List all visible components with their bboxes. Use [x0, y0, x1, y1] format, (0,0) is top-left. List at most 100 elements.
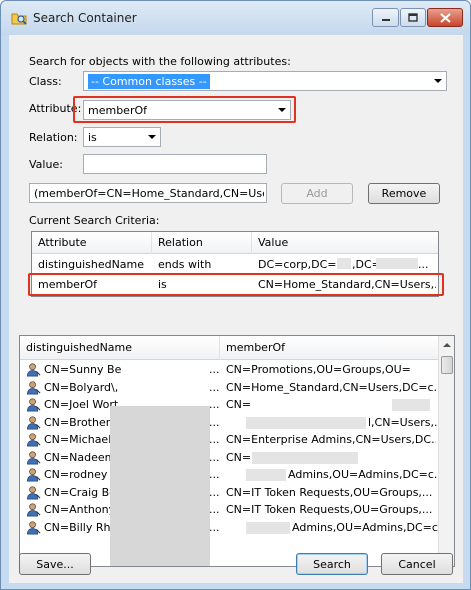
- table-row[interactable]: CN=Brotherton... l,CN=Users,...: [20, 414, 438, 432]
- row-member-of: CN=IT Token Requests,OU=Groups,...: [226, 485, 433, 499]
- results-rows: CN=Sunny Be... CN=Promotions,OU=Groups,OU…: [20, 361, 438, 566]
- results-list-header: distinguishedName memberOf: [20, 336, 454, 360]
- table-row[interactable]: CN=Joel Wort... CN=: [20, 396, 438, 414]
- class-combo[interactable]: -- Common classes --: [83, 71, 447, 91]
- user-icon: [27, 363, 41, 377]
- close-icon: [439, 12, 451, 23]
- chevron-down-icon: [434, 79, 442, 83]
- user-icon: [27, 433, 41, 447]
- relation-selected-value: is: [88, 131, 97, 144]
- row-member-of: Admins,OU=Admins,DC=c...: [292, 520, 438, 534]
- table-row[interactable]: CN=Sunny Be... CN=Promotions,OU=Groups,OU…: [20, 361, 438, 379]
- remove-button[interactable]: Remove: [368, 183, 440, 204]
- remove-button-label: Remove: [381, 187, 427, 200]
- table-row[interactable]: CN=Nadeem I... CN=I: [20, 449, 438, 467]
- row-dn-ellipsis: ...: [209, 485, 220, 499]
- class-label: Class:: [29, 75, 62, 88]
- table-row[interactable]: CN=Bolyard\,... CN=Home_Standard,CN=Users…: [20, 379, 438, 397]
- search-button[interactable]: Search: [296, 553, 368, 575]
- user-icon: [27, 520, 41, 534]
- user-icon: [27, 398, 41, 412]
- results-list[interactable]: distinguishedName memberOf CN=Sunny Be..…: [19, 335, 455, 567]
- add-button-label: Add: [306, 187, 328, 200]
- user-icon: [27, 415, 41, 429]
- value-label: Value:: [29, 158, 63, 171]
- redaction: [110, 406, 210, 566]
- save-button-label: Save...: [36, 557, 74, 571]
- arrow-up-icon: [442, 342, 451, 347]
- attribute-combo[interactable]: memberOf: [83, 100, 291, 120]
- criteria-col-relation[interactable]: Relation: [152, 232, 252, 254]
- row-dn-ellipsis: ...: [209, 363, 220, 376]
- title-bar[interactable]: Search Container: [1, 1, 470, 35]
- user-icon: [27, 485, 41, 499]
- class-selected-value: -- Common classes --: [88, 74, 210, 89]
- redaction: [246, 469, 286, 481]
- user-icon: [27, 503, 41, 517]
- row-dn-ellipsis: ...: [209, 520, 220, 534]
- criteria-col-attribute[interactable]: Attribute: [32, 232, 152, 254]
- criteria-row-value: DC=corp,DC=: [258, 258, 337, 271]
- results-col-dn[interactable]: distinguishedName: [20, 336, 220, 360]
- user-icon: [27, 450, 41, 464]
- maximize-icon: [408, 13, 418, 22]
- value-input[interactable]: [83, 154, 267, 174]
- search-container-icon: [11, 13, 27, 25]
- criteria-row-highlight: [28, 273, 444, 296]
- scroll-thumb[interactable]: [441, 356, 453, 374]
- row-dn-ellipsis: ...: [209, 380, 220, 394]
- row-member-of: Admins,OU=Admins,DC=c...: [288, 468, 438, 481]
- criteria-list-header: Attribute Relation Value: [32, 232, 438, 254]
- criteria-row-attribute: distinguishedName: [38, 258, 145, 271]
- minimize-button[interactable]: [372, 8, 399, 27]
- criteria-label: Current Search Criteria:: [29, 214, 160, 227]
- redaction: [392, 399, 430, 411]
- table-row[interactable]: CN=rodney ph... Admins,OU=Admins,DC=c...: [20, 466, 438, 484]
- criteria-preview-field[interactable]: (memberOf=CN=Home_Standard,CN=Users,DC: [29, 183, 267, 203]
- redaction: [376, 258, 418, 269]
- scroll-up-button[interactable]: [439, 336, 454, 353]
- search-button-label: Search: [313, 557, 351, 571]
- user-icon: [27, 468, 41, 482]
- row-member-of: CN=Home_Standard,CN=Users,DC=c...: [226, 380, 436, 394]
- criteria-row-ellipsis: ...: [418, 258, 429, 271]
- table-row[interactable]: CN=Billy Rhea... Admins,OU=Admins,DC=c...: [20, 519, 438, 537]
- criteria-col-value[interactable]: Value: [252, 232, 438, 254]
- close-button[interactable]: [427, 8, 463, 27]
- intro-text: Search for objects with the following at…: [29, 55, 291, 68]
- chevron-down-icon: [278, 108, 286, 112]
- redaction: [337, 258, 351, 269]
- save-button[interactable]: Save...: [19, 553, 91, 575]
- cancel-button-label: Cancel: [398, 557, 436, 571]
- cancel-button[interactable]: Cancel: [381, 553, 453, 575]
- row-dn-ellipsis: ...: [209, 450, 220, 464]
- row-dn-ellipsis: ...: [209, 415, 220, 429]
- criteria-row-relation: ends with: [158, 258, 212, 271]
- dialog-client: Search for objects with the following at…: [9, 35, 463, 583]
- row-member-of: CN=IT Token Requests,OU=Groups,...: [226, 503, 433, 516]
- table-row[interactable]: CN=Craig Beu... CN=IT Token Requests,OU=G…: [20, 484, 438, 502]
- search-container-window: Search Container Search for objects with…: [0, 0, 471, 590]
- results-vertical-scrollbar[interactable]: [438, 336, 454, 566]
- redaction: [246, 416, 366, 429]
- window-title: Search Container: [33, 11, 137, 25]
- row-dn-ellipsis: ...: [209, 398, 220, 411]
- chevron-down-icon: [148, 135, 156, 139]
- row-member-of: l,CN=Users,...: [368, 415, 438, 429]
- row-dn-ellipsis: ...: [209, 468, 220, 481]
- results-col-memberof[interactable]: memberOf: [220, 336, 438, 360]
- table-row[interactable]: CN=Anthony T... CN=IT Token Requests,OU=G…: [20, 501, 438, 519]
- row-distinguished-name: CN=Bolyard\,: [44, 380, 119, 394]
- add-button[interactable]: Add: [281, 183, 353, 204]
- redaction: [252, 451, 358, 464]
- row-dn-ellipsis: ...: [209, 433, 220, 446]
- table-row[interactable]: CN=Michael E... CN=Enterprise Admins,CN=U…: [20, 431, 438, 449]
- minimize-icon: [381, 18, 390, 21]
- row-dn-ellipsis: ...: [209, 503, 220, 516]
- relation-combo[interactable]: is: [83, 127, 161, 147]
- row-member-of: CN=Promotions,OU=Groups,OU=: [226, 363, 411, 376]
- maximize-button[interactable]: [400, 8, 426, 27]
- row-member-of: CN=Enterprise Admins,CN=Users,DC...: [226, 433, 436, 446]
- relation-label: Relation:: [29, 131, 78, 144]
- criteria-row[interactable]: distinguishedName ends with DC=corp,DC= …: [32, 254, 438, 274]
